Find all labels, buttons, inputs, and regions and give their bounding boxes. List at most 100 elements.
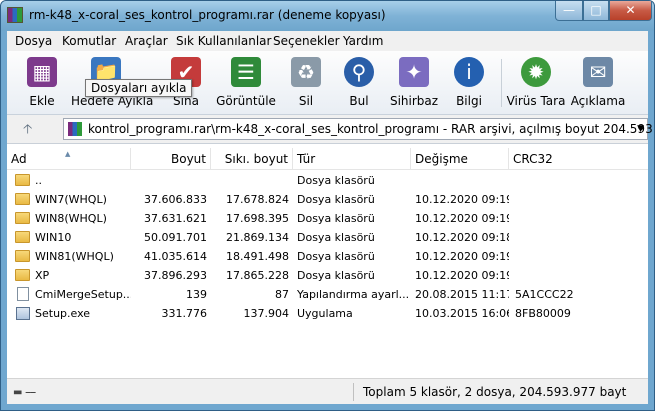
file-modified-cell: 10.12.2020 09:18	[415, 231, 509, 244]
virus-scan-button[interactable]: ✹ Virüs Tara	[507, 54, 565, 112]
file-crc-cell	[515, 247, 635, 266]
info-icon: i	[454, 57, 484, 87]
menu-yardim[interactable]: Yardım	[343, 34, 383, 48]
file-row[interactable]: XP 37.896.293 17.865.228 Dosya klasörü 10.12…	[7, 266, 648, 285]
file-modified-cell: 10.12.2020 09:19	[415, 193, 509, 206]
folder-icon	[15, 269, 30, 281]
file-packed-cell: 17.698.395	[226, 212, 289, 225]
exe-file-icon	[16, 307, 30, 320]
column-type[interactable]: Tür	[293, 148, 411, 170]
add-button-label: Ekle	[29, 94, 55, 108]
archive-path-text: kontrol_programı.rar\rm-k48_x-coral_ses_…	[88, 122, 655, 136]
file-type-cell: Dosya klasörü	[297, 250, 375, 263]
winrar-window: rm-k48_x-coral_ses_kontrol_programı.rar …	[0, 0, 655, 411]
menu-komutlar[interactable]: Komutlar	[62, 34, 116, 48]
info-button-label: Bilgi	[456, 94, 482, 108]
file-row[interactable]: CmiMergeSetup... 139 87 Yapılandırma ayarl.…	[7, 285, 648, 304]
file-packed-cell: 21.869.134	[226, 231, 289, 244]
file-crc-cell	[515, 228, 635, 247]
folder-icon	[15, 212, 30, 224]
folder-icon	[15, 174, 30, 186]
file-type-cell: Dosya klasörü	[297, 269, 375, 282]
file-modified-cell	[415, 171, 509, 190]
file-type-cell: Yapılandırma ayarl...	[297, 288, 410, 301]
add-button[interactable]: ▦ Ekle	[13, 54, 71, 112]
magic-wand-icon: ✦	[399, 57, 429, 87]
file-size-cell: 50.091.701	[144, 231, 207, 244]
file-modified-cell: 10.03.2015 16:06	[415, 307, 509, 320]
file-name-cell: WIN7(WHQL)	[35, 193, 107, 206]
comment-button-label: Açıklama	[570, 94, 626, 108]
file-modified-cell: 10.12.2020 09:19	[415, 269, 509, 282]
address-bar: 🡡 kontrol_programı.rar\rm-k48_x-coral_se…	[7, 115, 654, 143]
menu-araclar[interactable]: Araçlar	[125, 34, 168, 48]
file-name-cell: WIN81(WHQL)	[35, 250, 114, 263]
title-bar[interactable]: rm-k48_x-coral_ses_kontrol_programı.rar …	[1, 1, 654, 31]
file-size-cell: 37.896.293	[144, 269, 207, 282]
archive-path-field[interactable]: kontrol_programı.rar\rm-k48_x-coral_ses_…	[63, 118, 654, 140]
column-modified[interactable]: Değişme	[411, 148, 509, 170]
file-packed-cell: 137.904	[243, 307, 290, 320]
file-modified-cell: 10.12.2020 09:19	[415, 212, 509, 225]
file-packed-cell: 18.491.498	[226, 250, 289, 263]
folder-icon	[15, 193, 30, 205]
comment-icon: ✉	[583, 57, 613, 87]
file-modified-cell: 10.12.2020 09:19	[415, 250, 509, 263]
maximize-button[interactable]: □	[583, 1, 609, 21]
winrar-app-icon	[7, 7, 23, 23]
status-summary: Toplam 5 klasör, 2 dosya, 204.593.977 ba…	[363, 385, 627, 399]
file-type-cell: Dosya klasörü	[297, 212, 375, 225]
file-packed-cell: 17.865.228	[226, 269, 289, 282]
file-list: Ad ▲ Boyut Sıkı. boyut Tür Değişme CRC32…	[7, 143, 648, 378]
menu-dosya[interactable]: Dosya	[15, 34, 52, 48]
file-type-cell: Dosya klasörü	[297, 174, 375, 187]
close-button[interactable]: ✕	[609, 1, 652, 21]
status-separator	[353, 383, 354, 401]
file-row[interactable]: WIN81(WHQL) 41.035.614 18.491.498 Dosya kla…	[7, 247, 648, 266]
menu-bar: Dosya Komutlar Araçlar Sık Kullanılanlar…	[7, 31, 648, 51]
column-crc32[interactable]: CRC32	[509, 148, 648, 170]
column-name-label: Ad	[11, 152, 27, 166]
menu-sik-kullanilanlar[interactable]: Sık Kullanılanlar	[176, 34, 271, 48]
rar-archive-icon: ▦	[27, 57, 57, 87]
column-name[interactable]: Ad ▲	[7, 148, 131, 170]
file-row[interactable]: WIN7(WHQL) 37.606.833 17.678.824 Dosya klas…	[7, 190, 648, 209]
file-type-cell: Uygulama	[297, 307, 353, 320]
file-type-cell: Dosya klasörü	[297, 193, 375, 206]
column-size[interactable]: Boyut	[131, 148, 211, 170]
file-crc-cell: 8FB80009	[515, 307, 571, 320]
file-name-cell: Setup.exe	[35, 307, 91, 320]
file-row[interactable]: WIN10 50.091.701 21.869.134 Dosya klasörü 10…	[7, 228, 648, 247]
extract-tooltip: Dosyaları ayıkla	[85, 79, 193, 97]
open-book-icon: ☰	[231, 57, 261, 87]
info-button[interactable]: i Bilgi	[440, 54, 498, 112]
chevron-down-icon[interactable]: ▼	[637, 124, 644, 134]
file-row[interactable]: .. Dosya klasörü	[7, 171, 648, 190]
minimize-button[interactable]: —	[555, 1, 583, 21]
file-row[interactable]: Setup.exe 331.776 137.904 Uygulama 10.03.201…	[7, 304, 648, 323]
drive-icon[interactable]: ▬ ⎯⎯	[13, 387, 36, 398]
file-crc-cell	[515, 171, 635, 190]
rar-file-icon	[68, 122, 82, 136]
virus-scan-button-label: Virüs Tara	[506, 94, 566, 108]
file-name-cell: WIN10	[35, 231, 72, 244]
file-name-cell: XP	[35, 269, 50, 282]
config-file-icon	[17, 287, 29, 301]
file-name-cell: WIN8(WHQL)	[35, 212, 107, 225]
file-size-cell: 37.631.621	[144, 212, 207, 225]
file-name-cell: ..	[35, 174, 42, 187]
file-crc-cell	[515, 190, 635, 209]
folder-icon	[15, 231, 30, 243]
file-type-cell: Dosya klasörü	[297, 231, 375, 244]
column-packed-size[interactable]: Sıkı. boyut	[211, 148, 293, 170]
file-crc-cell: 5A1CCC22	[515, 288, 574, 301]
file-row[interactable]: WIN8(WHQL) 37.631.621 17.698.395 Dosya klas…	[7, 209, 648, 228]
menu-secenekler[interactable]: Seçenekler	[273, 34, 340, 48]
up-arrow-icon[interactable]: 🡡	[23, 120, 32, 142]
file-size-cell: 331.776	[161, 307, 208, 320]
view-button[interactable]: ☰ Görüntüle	[216, 54, 276, 112]
file-packed-cell	[211, 171, 289, 190]
comment-button[interactable]: ✉ Açıklama	[569, 54, 627, 112]
file-modified-cell: 20.08.2015 11:17	[415, 288, 509, 301]
file-size-cell: 139	[186, 288, 207, 301]
